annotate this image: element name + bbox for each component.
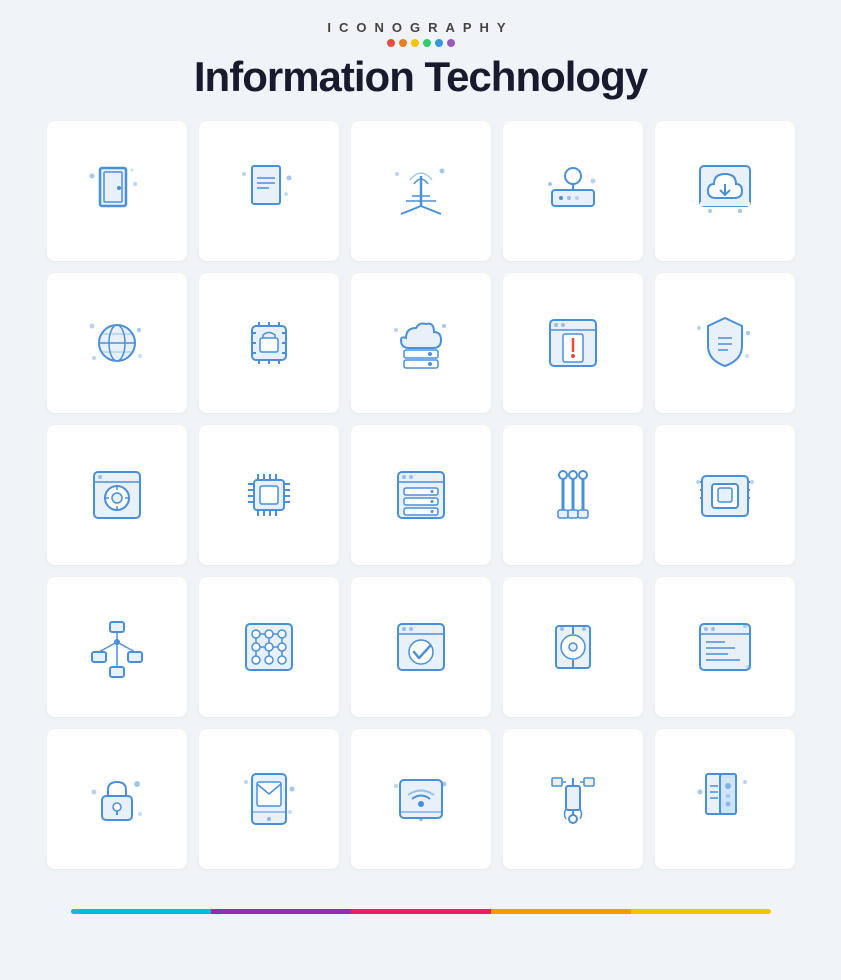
icon-data-document[interactable] [655, 729, 795, 869]
icon-cables[interactable] [503, 425, 643, 565]
icon-code-window[interactable] [655, 577, 795, 717]
page-title: Information Technology [194, 53, 647, 101]
icon-hard-drive[interactable] [503, 577, 643, 717]
icon-cloud-download[interactable] [655, 121, 795, 261]
rainbow-dots [194, 39, 647, 47]
icon-chip-lock[interactable] [199, 273, 339, 413]
icon-tablet-wifi[interactable] [351, 729, 491, 869]
icon-network[interactable] [47, 577, 187, 717]
icons-grid [47, 121, 795, 869]
icon-safe[interactable] [47, 425, 187, 565]
icon-router[interactable] [503, 121, 643, 261]
footer-line-pink [351, 909, 491, 914]
dot-blue [435, 39, 443, 47]
icon-padlock[interactable] [47, 729, 187, 869]
dot-green [423, 39, 431, 47]
icon-chip-window[interactable] [655, 425, 795, 565]
icon-browser-check[interactable] [351, 577, 491, 717]
icon-satellite[interactable] [503, 729, 643, 869]
dot-yellow [411, 39, 419, 47]
dot-red [387, 39, 395, 47]
icon-shield-badge[interactable] [655, 273, 795, 413]
dot-orange [399, 39, 407, 47]
footer-line-purple [211, 909, 351, 914]
icon-data-file[interactable] [199, 121, 339, 261]
icon-circuit-board[interactable] [199, 577, 339, 717]
icon-globe[interactable] [47, 273, 187, 413]
icon-antenna[interactable] [351, 121, 491, 261]
dot-purple [447, 39, 455, 47]
footer-line-orange [491, 909, 631, 914]
page-header: ICONOGRAPHY Information Technology [194, 20, 647, 101]
icon-door[interactable] [47, 121, 187, 261]
icon-tablet-email[interactable] [199, 729, 339, 869]
footer-line-yellow [631, 909, 771, 914]
footer-line-cyan [71, 909, 211, 914]
icon-window-warning[interactable] [503, 273, 643, 413]
icon-microchip[interactable] [199, 425, 339, 565]
icon-server-window[interactable] [351, 425, 491, 565]
iconography-label: ICONOGRAPHY [194, 20, 647, 35]
footer-lines [71, 909, 771, 914]
icon-cloud-server[interactable] [351, 273, 491, 413]
